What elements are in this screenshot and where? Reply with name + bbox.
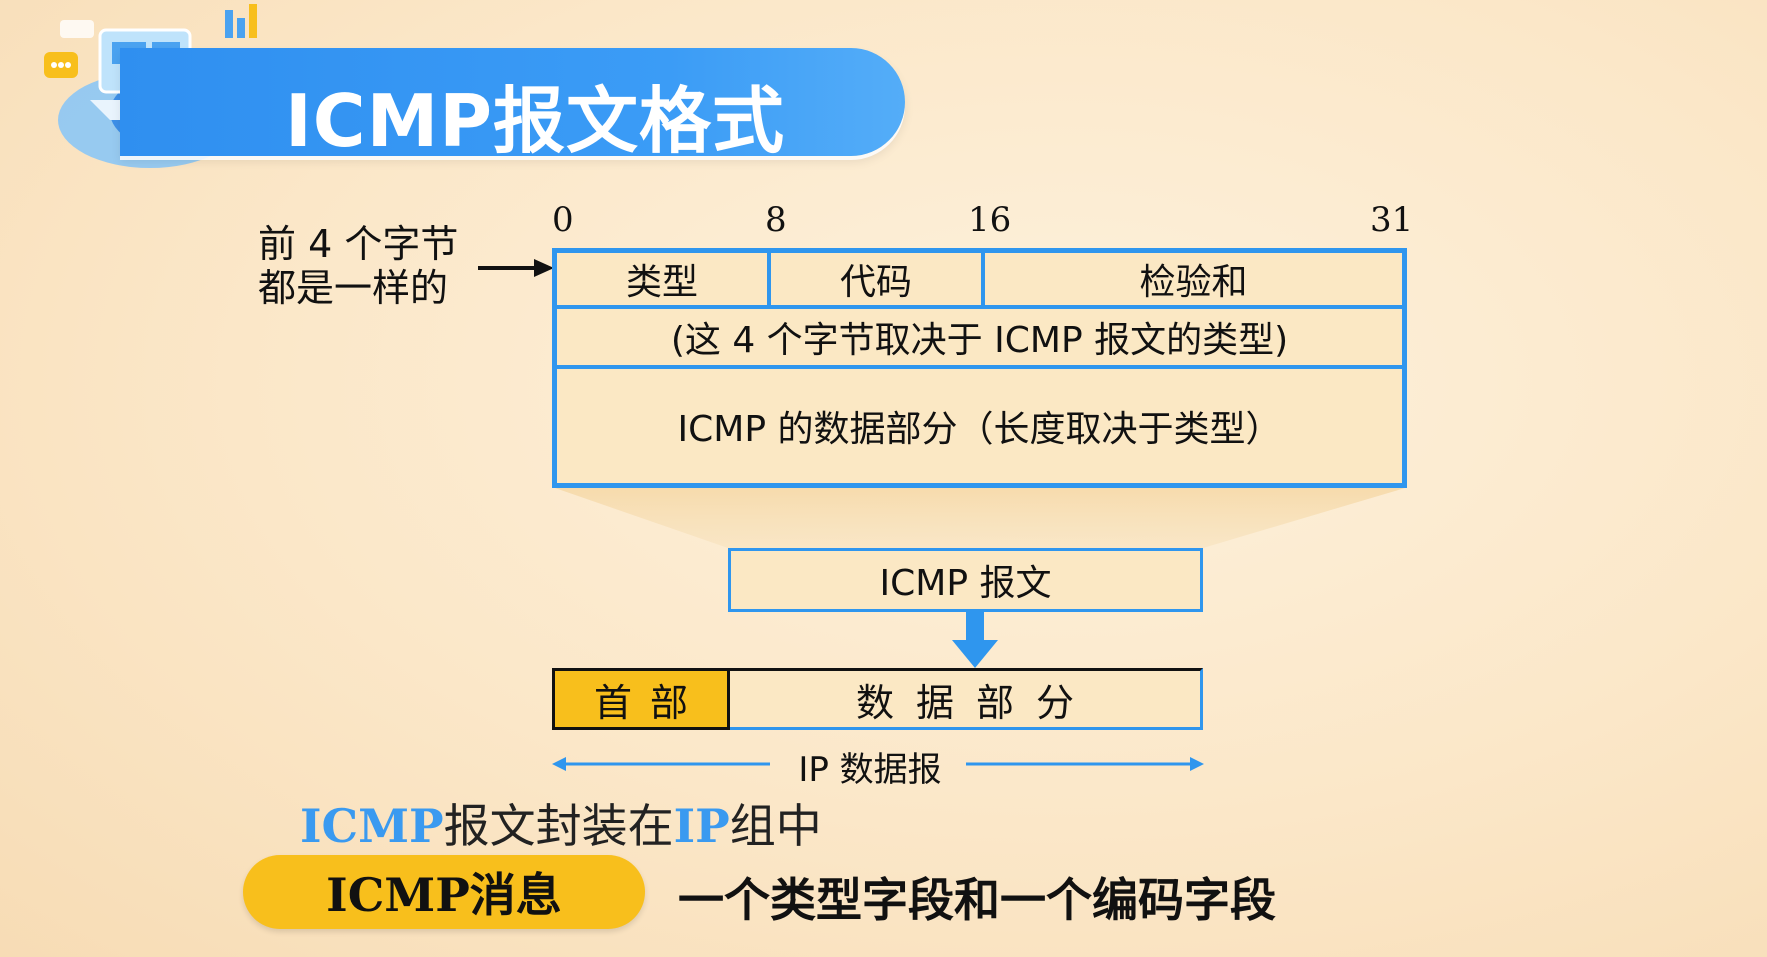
encap-text2: 组中 xyxy=(729,799,822,853)
arrow-right-icon xyxy=(478,259,554,277)
encap-ip: IP xyxy=(673,799,730,853)
ip-header-box: 首部 xyxy=(552,668,730,730)
encap-text1: 报文封装在 xyxy=(443,799,674,853)
icmp-message-box: ICMP 报文 xyxy=(728,548,1203,612)
ip-datagram-label: IP 数据报 xyxy=(798,750,942,790)
ip-data-box: 数据部分 xyxy=(730,668,1203,730)
bit-label-31: 31 xyxy=(1370,200,1414,240)
side-note-line2: 都是一样的 xyxy=(258,266,449,310)
bit-label-8: 8 xyxy=(765,200,787,240)
arrow-down-icon xyxy=(952,612,998,668)
encapsulation-sentence: ICMP报文封装在IP组中 xyxy=(300,790,822,856)
side-note: 前 4 个字节 都是一样的 xyxy=(258,222,458,310)
bit-label-0: 0 xyxy=(552,200,574,240)
icmp-format-table: 类型 代码 检验和 (这 4 个字节取决于 ICMP 报文的类型) ICMP 的… xyxy=(552,248,1407,488)
field-checksum: 检验和 xyxy=(1139,262,1248,303)
field-data: ICMP 的数据部分（长度取决于类型） xyxy=(677,409,1282,450)
icmp-message-description: 一个类型字段和一个编码字段 xyxy=(678,873,1276,927)
field-type: 类型 xyxy=(625,262,698,303)
icmp-message-pill: ICMP消息 xyxy=(243,855,645,929)
bit-label-16: 16 xyxy=(968,200,1012,240)
side-note-line1: 前 4 个字节 xyxy=(258,222,459,266)
field-code: 代码 xyxy=(839,262,912,303)
field-type-dependent: (这 4 个字节取决于 ICMP 报文的类型) xyxy=(670,320,1289,361)
encap-icmp: ICMP xyxy=(300,799,444,853)
